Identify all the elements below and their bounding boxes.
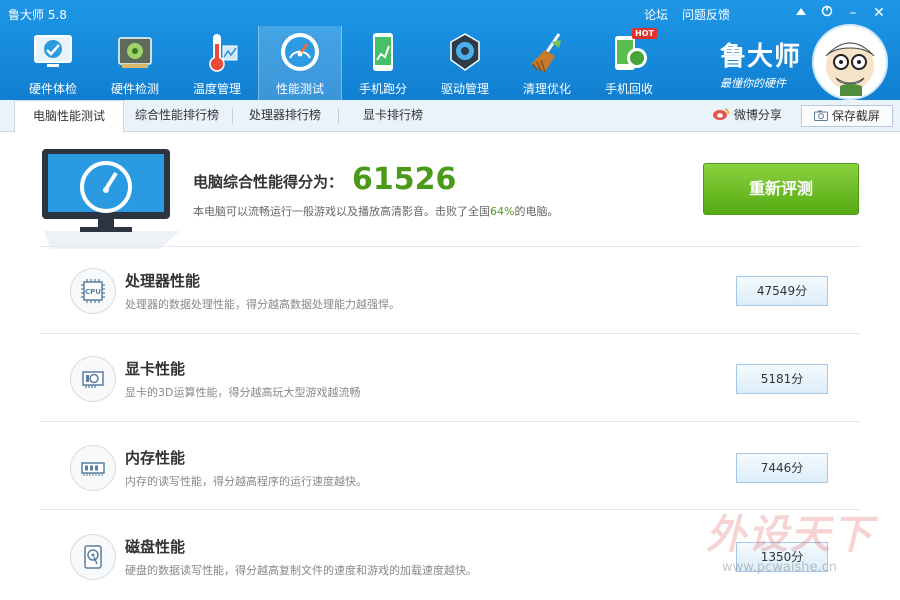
cpu-score-badge[interactable]: 47549分: [736, 276, 828, 306]
minimize-icon[interactable]: –: [840, 2, 866, 24]
score-value: 61526: [352, 162, 457, 197]
tool-label: 硬件检测: [110, 82, 159, 96]
health-check-icon: [34, 35, 72, 67]
tool-label: 清理优化: [522, 82, 571, 96]
tool-performance-test[interactable]: 性能测试: [258, 26, 342, 100]
cpu-icon: CPU: [70, 268, 116, 314]
score-description: 本电脑可以流畅运行一般游戏以及播放高清影音。击败了全国64%的电脑。: [193, 203, 558, 219]
memory-icon: [70, 445, 116, 491]
title-links: 论坛 问题反馈: [634, 6, 730, 23]
tab-overall-ranking[interactable]: 综合性能排行榜: [124, 100, 230, 131]
settings-icon[interactable]: [814, 2, 840, 24]
tab-cpu-ranking[interactable]: 处理器排行榜: [234, 100, 336, 131]
hot-badge: HOT: [632, 28, 657, 39]
monitor-speedometer-icon: [42, 149, 180, 249]
brand-slogan: 最懂你的硬件: [720, 77, 786, 90]
score-desc-suffix: 的电脑。: [514, 205, 559, 218]
tool-label: 温度管理: [192, 82, 241, 96]
camera-icon: [814, 110, 829, 121]
overall-score-panel: 电脑综合性能得分为： 61526 本电脑可以流畅运行一般游戏以及播放高清影音。击…: [0, 131, 900, 249]
memory-performance-row: 内存性能 内存的读写性能，得分越高程序的运行速度越快。 7446分: [0, 423, 900, 511]
forum-link[interactable]: 论坛: [644, 8, 668, 22]
brand-block: 鲁大师 最懂你的硬件: [720, 36, 801, 91]
gpu-score-badge[interactable]: 5181分: [736, 364, 828, 394]
disk-performance-row: 磁盘性能 硬盘的数据读写性能，得分越高复制文件的速度和游戏的加载速度越快。 13…: [0, 512, 900, 600]
close-icon[interactable]: ✕: [866, 2, 892, 24]
tool-hardware-detect[interactable]: 硬件检测: [94, 26, 176, 100]
row-description: 处理器的数据处理性能，得分越高数据处理能力越强悍。: [125, 298, 400, 311]
disk-icon: [70, 534, 116, 580]
gear-icon: [450, 33, 480, 71]
weibo-share-label: 微博分享: [733, 108, 782, 122]
tool-cleanup[interactable]: 清理优化: [506, 26, 588, 100]
mascot-avatar: [812, 24, 888, 100]
tool-label: 手机回收: [604, 82, 653, 96]
tool-phone-recycle[interactable]: HOT 手机回收: [588, 26, 670, 100]
disk-score-badge[interactable]: 1350分: [736, 542, 828, 572]
row-title: 处理器性能: [125, 272, 201, 290]
score-desc-prefix: 本电脑可以流畅运行一般游戏以及播放高清影音。击败了全国: [193, 205, 490, 218]
score-percent: 64%: [490, 205, 515, 218]
tab-separator: [232, 108, 233, 124]
tool-temperature[interactable]: 温度管理: [176, 26, 258, 100]
speedometer-icon: [281, 33, 319, 71]
brand-name: 鲁大师: [720, 42, 802, 72]
broom-icon: [531, 33, 561, 73]
row-description: 显卡的3D运算性能，得分越高玩大型游戏越流畅: [125, 386, 361, 399]
tab-pc-performance[interactable]: 电脑性能测试: [14, 100, 124, 133]
row-description: 内存的读写性能，得分越高程序的运行速度越快。: [125, 475, 367, 488]
save-screenshot-button[interactable]: 保存截屏: [801, 105, 893, 127]
title-bar: 鲁大师 5.8 论坛 问题反馈 – ✕: [0, 0, 900, 26]
score-label: 电脑综合性能得分为：: [193, 173, 344, 191]
sub-tab-bar: 电脑性能测试 综合性能排行榜 处理器排行榜 显卡排行榜 微博分享 保存截屏: [0, 100, 900, 133]
top-header: 鲁大师 5.8 论坛 问题反馈 – ✕ 硬件体检 硬件检测 温度管理 性能测试 …: [0, 0, 900, 100]
svg-text:CPU: CPU: [85, 288, 101, 296]
tool-hardware-checkup[interactable]: 硬件体检: [12, 26, 94, 100]
main-toolbar: 硬件体检 硬件检测 温度管理 性能测试 手机跑分 驱动管理 清理优化 HOT 手…: [12, 26, 670, 100]
tool-label: 驱动管理: [440, 82, 489, 96]
weibo-icon: [713, 108, 729, 120]
divider: [40, 509, 860, 510]
row-description: 硬盘的数据读写性能，得分越高复制文件的速度和游戏的加载速度越快。: [125, 564, 477, 577]
app-title: 鲁大师 5.8: [8, 8, 67, 22]
window-controls: – ✕: [788, 2, 892, 24]
tool-label: 手机跑分: [358, 82, 407, 96]
tab-separator: [338, 108, 339, 124]
save-screenshot-label: 保存截屏: [831, 109, 880, 123]
weibo-share-button[interactable]: 微博分享: [712, 100, 782, 131]
memory-score-badge[interactable]: 7446分: [736, 453, 828, 483]
tool-phone-benchmark[interactable]: 手机跑分: [342, 26, 424, 100]
tool-driver-manager[interactable]: 驱动管理: [424, 26, 506, 100]
divider: [40, 421, 860, 422]
cpu-performance-row: CPU 处理器性能 处理器的数据处理性能，得分越高数据处理能力越强悍。 4754…: [0, 246, 900, 334]
tool-label: 性能测试: [275, 82, 324, 96]
hardware-board-icon: [118, 37, 152, 68]
gpu-performance-row: 显卡性能 显卡的3D运算性能，得分越高玩大型游戏越流畅 5181分: [0, 334, 900, 422]
tool-label: 硬件体检: [28, 82, 77, 96]
skin-icon[interactable]: [788, 2, 814, 24]
phone-benchmark-icon: [373, 33, 393, 71]
feedback-link[interactable]: 问题反馈: [682, 8, 730, 22]
thermometer-icon: [209, 34, 238, 72]
row-title: 内存性能: [125, 449, 186, 467]
row-title: 显卡性能: [125, 360, 186, 378]
row-title: 磁盘性能: [125, 538, 186, 556]
tab-gpu-ranking[interactable]: 显卡排行榜: [340, 100, 446, 131]
retest-button[interactable]: 重新评测: [703, 163, 859, 215]
graphics-card-icon: [70, 356, 116, 402]
